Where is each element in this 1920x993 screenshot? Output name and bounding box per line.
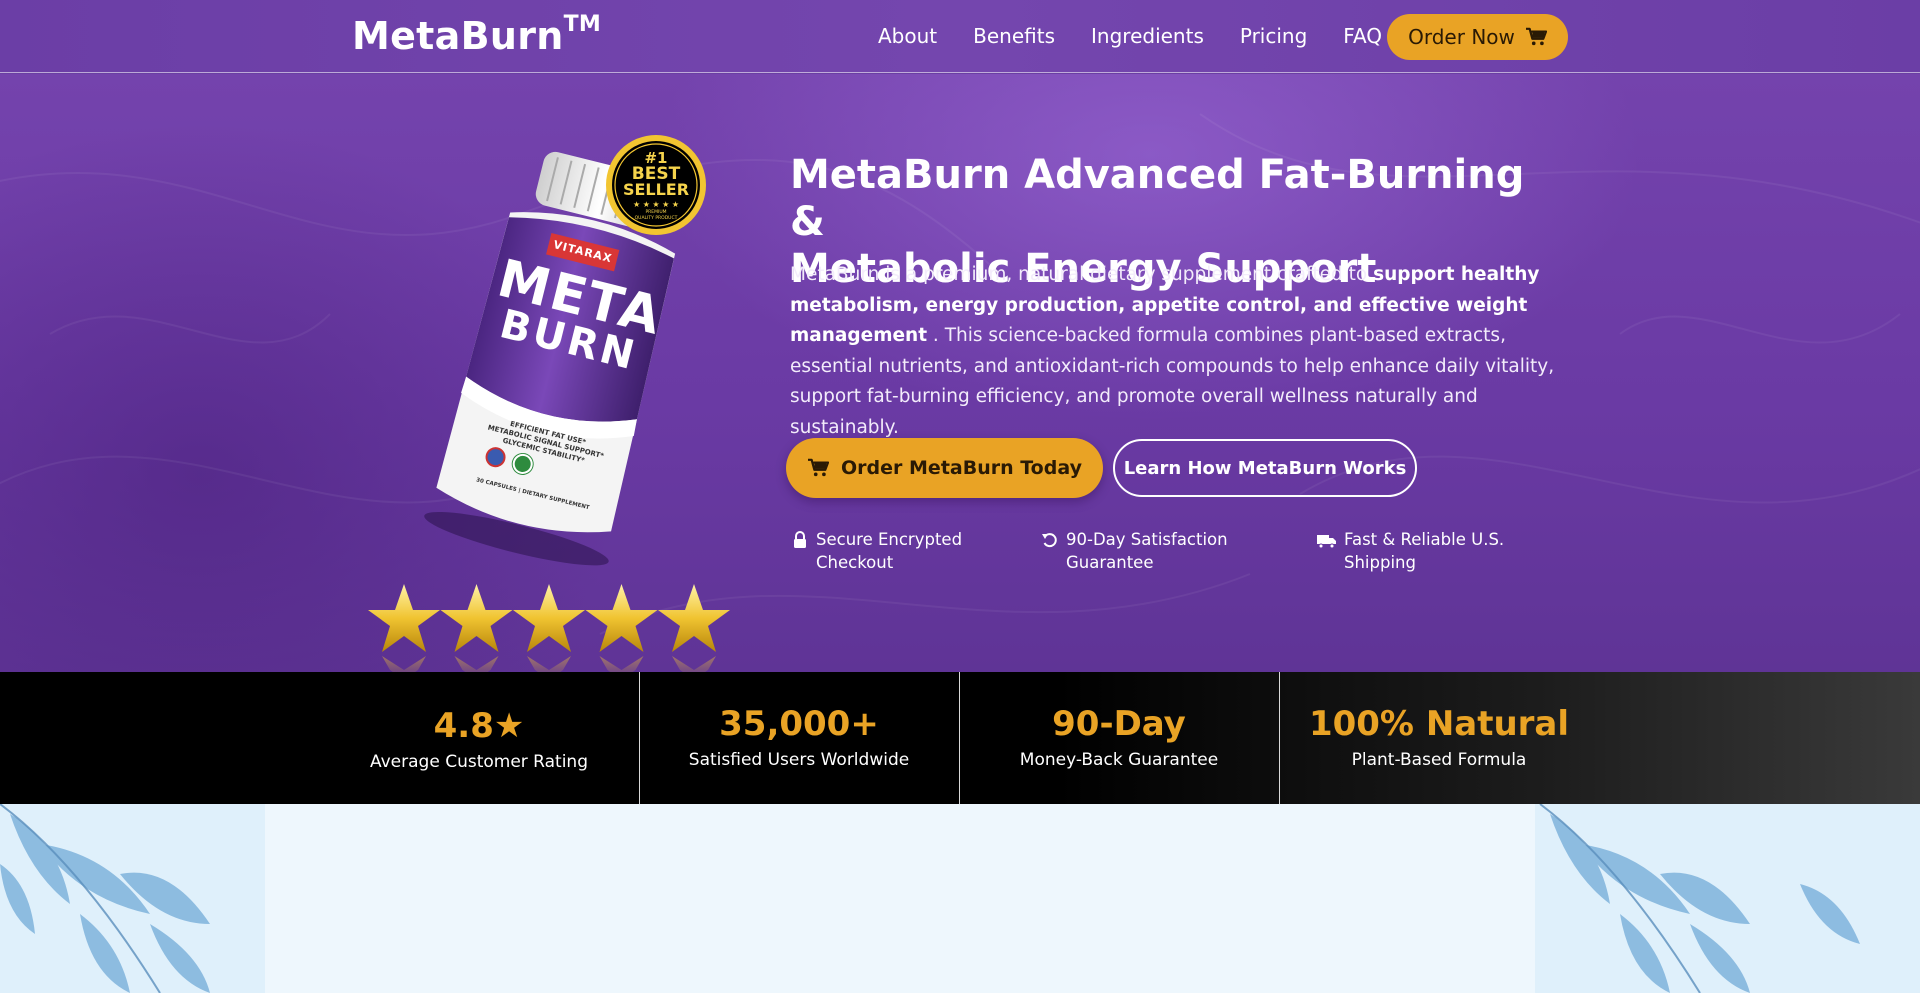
learn-how-button[interactable]: Learn How MetaBurn Works: [1113, 439, 1417, 497]
trust-text: Fast & Reliable U.S. Shipping: [1344, 528, 1504, 574]
badge-subtext: PREMIUM QUALITY PRODUCT: [605, 210, 707, 222]
star-icon: [440, 584, 513, 672]
truck-icon: [1317, 535, 1336, 549]
stat-label: Money-Back Guarantee: [1019, 750, 1219, 770]
stat-value: 100% Natural: [1308, 704, 1570, 744]
stat-label: Average Customer Rating: [369, 752, 588, 772]
hero-description: MetaBurn is a premium, natural dietary s…: [790, 260, 1570, 443]
trust-line: Fast & Reliable U.S.: [1344, 530, 1505, 549]
badge-stars: ★ ★ ★ ★ ★: [632, 200, 680, 209]
stat-value: 90-Day: [1052, 704, 1186, 744]
next-section-background: [0, 804, 1920, 993]
order-now-button[interactable]: Order Now: [1387, 14, 1568, 60]
lock-icon: [794, 531, 806, 548]
trust-item-shipping: Fast & Reliable U.S. Shipping: [1316, 528, 1504, 574]
trust-line: Checkout: [816, 553, 894, 572]
trust-line: Guarantee: [1066, 553, 1154, 572]
headline-line-1: MetaBurn Advanced Fat-Burning &: [790, 152, 1525, 245]
trademark-mark: TM: [563, 12, 602, 38]
usa-seal-icon: [483, 445, 508, 470]
stat-value: 4.8★: [433, 706, 525, 746]
star-icon: [658, 584, 730, 672]
bottle-footer: 30 CAPSULES | DIETARY SUPPLEMENT: [475, 477, 590, 512]
nav-link-about[interactable]: About: [878, 24, 937, 48]
trust-item-guarantee: 90-Day Satisfaction Guarantee: [1040, 528, 1228, 574]
best-seller-badge: #1 BEST SELLER ★ ★ ★ ★ ★ PREMIUM QUALITY…: [605, 134, 707, 236]
star-icon: [585, 584, 658, 672]
badge-line-3: SELLER: [622, 180, 690, 199]
top-navbar: MetaBurnTM About Benefits Ingredients Pr…: [0, 0, 1920, 73]
refresh-icon: [1042, 533, 1057, 548]
stat-label: Plant-Based Formula: [1351, 750, 1527, 770]
trust-text: 90-Day Satisfaction Guarantee: [1066, 528, 1228, 574]
stat-label: Satisfied Users Worldwide: [688, 750, 910, 770]
stat-users: 35,000+ Satisfied Users Worldwide: [640, 672, 958, 804]
cart-icon: [808, 458, 830, 477]
nav-link-pricing[interactable]: Pricing: [1240, 24, 1307, 48]
stats-bar: 4.8★ Average Customer Rating 35,000+ Sat…: [0, 672, 1920, 804]
nav-link-benefits[interactable]: Benefits: [973, 24, 1055, 48]
trust-text: Secure Encrypted Checkout: [816, 528, 962, 574]
leaf-decoration: [0, 804, 1860, 993]
badge-sub-line2: QUALITY PRODUCT: [634, 216, 678, 221]
gmp-seal-icon: [510, 451, 535, 477]
brand-name: MetaBurn: [352, 14, 564, 58]
star-icon: [513, 584, 585, 672]
nav-link-ingredients[interactable]: Ingredients: [1091, 24, 1204, 48]
trust-line: Shipping: [1344, 553, 1416, 572]
trust-line: 90-Day Satisfaction: [1066, 530, 1228, 549]
trust-line: Secure Encrypted: [816, 530, 963, 549]
cart-icon: [1525, 27, 1547, 46]
desc-intro: MetaBurn is a premium, natural dietary s…: [790, 264, 1374, 285]
learn-how-label: Learn How MetaBurn Works: [1123, 457, 1407, 479]
stat-rating: 4.8★ Average Customer Rating: [320, 672, 638, 804]
hero-section: VITARAX META BURN EFFICIENT FAT USE* MET…: [0, 74, 1920, 672]
stat-natural: 100% Natural Plant-Based Formula: [1280, 672, 1598, 804]
star-icon: [368, 584, 440, 672]
order-metaburn-today-label: Order MetaBurn Today: [841, 457, 1082, 479]
stat-value: 35,000+: [719, 704, 879, 744]
stat-guarantee: 90-Day Money-Back Guarantee: [960, 672, 1278, 804]
trust-item-secure-checkout: Secure Encrypted Checkout: [790, 528, 962, 574]
nav-links: About Benefits Ingredients Pricing FAQ: [878, 24, 1418, 48]
order-now-label: Order Now: [1408, 25, 1515, 49]
five-star-rating: [368, 584, 730, 672]
nav-link-faq[interactable]: FAQ: [1343, 24, 1382, 48]
brand-logo[interactable]: MetaBurnTM: [352, 12, 602, 58]
order-metaburn-today-button[interactable]: Order MetaBurn Today: [786, 438, 1103, 498]
